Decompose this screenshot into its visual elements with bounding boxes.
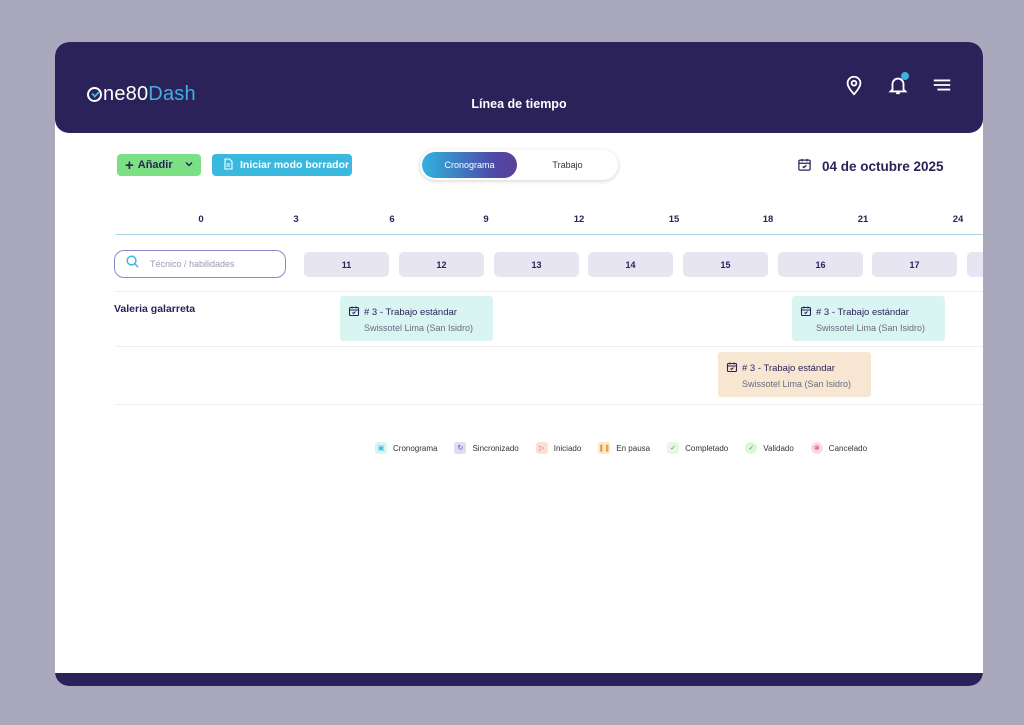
notification-dot — [901, 72, 909, 80]
check-circle-icon: ✓ — [745, 442, 758, 454]
task-title: # 3 - Trabajo estándar — [364, 307, 457, 318]
task-calendar-icon — [800, 305, 812, 320]
view-toggle: Cronograma Trabajo — [420, 150, 618, 180]
location-pin-icon[interactable] — [843, 74, 865, 96]
day-chip[interactable]: 11 — [304, 252, 389, 277]
legend-item: ✓ Completado — [667, 442, 728, 454]
calendar-icon: ▣ — [375, 442, 387, 454]
app-window: ne80 Dash Línea de tiempo + Añadir Inicia… — [55, 42, 983, 686]
technician-search[interactable] — [114, 250, 286, 278]
date-selector[interactable]: 04 de octubre 2025 — [797, 157, 944, 175]
timeline-axis — [116, 234, 983, 235]
task-location: Swissotel Lima (San Isidro) — [816, 323, 926, 333]
pause-icon: ❚❚ — [598, 442, 611, 454]
task-card[interactable]: # 3 - Trabajo estándar Swissotel Lima (S… — [340, 296, 493, 341]
row-divider — [116, 291, 983, 292]
hour-label: 0 — [198, 214, 204, 225]
legend-label: Completado — [685, 443, 729, 453]
legend-label: Cronograma — [393, 443, 438, 453]
legend-item: ↻ Sincronizado — [454, 442, 519, 454]
search-icon — [125, 254, 140, 274]
status-legend: ▣ Cronograma ↻ Sincronizado ▷ Iniciado ❚… — [375, 442, 884, 454]
technician-name: Valeria galarreta — [114, 303, 196, 315]
cancel-circle-icon: ⊗ — [810, 442, 823, 454]
current-date: 04 de octubre 2025 — [822, 158, 944, 174]
add-button-label: Añadir — [137, 159, 173, 171]
day-chip[interactable]: 15 — [683, 252, 768, 277]
task-location: Swissotel Lima (San Isidro) — [364, 323, 474, 333]
top-bar: ne80 Dash Línea de tiempo — [55, 42, 983, 133]
sync-icon: ↻ — [454, 442, 467, 454]
day-chip[interactable]: 12 — [399, 252, 484, 277]
legend-item: ▣ Cronograma — [375, 442, 437, 454]
row-divider — [116, 404, 983, 405]
page-title: Línea de tiempo — [471, 97, 567, 111]
hour-label: 12 — [573, 214, 585, 225]
draft-document-icon — [222, 157, 234, 173]
task-title: # 3 - Trabajo estándar — [742, 363, 835, 374]
legend-item: ❚❚ En pausa — [598, 442, 650, 454]
hamburger-menu-icon[interactable] — [931, 74, 953, 96]
chevron-down-icon[interactable] — [183, 158, 195, 173]
toggle-trabajo[interactable]: Trabajo — [520, 152, 615, 178]
task-calendar-icon — [348, 305, 360, 320]
legend-label: En pausa — [616, 443, 651, 453]
plus-icon: + — [125, 156, 134, 174]
legend-label: Sincronizado — [472, 443, 519, 453]
legend-item: ▷ Iniciado — [535, 442, 582, 454]
bell-icon[interactable] — [887, 72, 909, 96]
hour-label: 9 — [483, 214, 489, 225]
header-actions — [843, 72, 953, 96]
legend-label: Validado — [763, 443, 794, 453]
task-card[interactable]: # 3 - Trabajo estándar Swissotel Lima (S… — [792, 296, 945, 341]
task-card[interactable]: # 3 - Trabajo estándar Swissotel Lima (S… — [718, 352, 871, 397]
hour-label: 6 — [389, 214, 395, 225]
day-chip[interactable]: 13 — [494, 252, 579, 277]
legend-item: ✓ Validado — [745, 442, 794, 454]
add-button[interactable]: + Añadir — [117, 154, 201, 176]
day-chip[interactable]: 14 — [588, 252, 673, 277]
legend-label: Cancelado — [828, 443, 868, 453]
row-divider — [116, 346, 983, 347]
hour-label: 18 — [762, 214, 774, 225]
task-location: Swissotel Lima (San Isidro) — [742, 379, 852, 389]
legend-label: Iniciado — [553, 443, 582, 453]
bottom-bar — [55, 673, 983, 686]
task-title: # 3 - Trabajo estándar — [816, 307, 909, 318]
draft-button-label: Iniciar modo borrador — [240, 159, 350, 171]
hour-label: 24 — [952, 214, 964, 225]
day-chip[interactable]: 17 — [872, 252, 957, 277]
calendar-icon — [797, 157, 812, 175]
day-chip-partial[interactable] — [967, 252, 983, 277]
day-chip[interactable]: 16 — [778, 252, 863, 277]
hour-label: 3 — [293, 214, 299, 225]
hour-label: 15 — [668, 214, 680, 225]
legend-item: ⊗ Cancelado — [810, 442, 868, 454]
task-calendar-icon — [726, 361, 738, 376]
play-icon: ▷ — [535, 442, 548, 454]
check-icon: ✓ — [667, 442, 680, 454]
hour-label: 21 — [857, 214, 869, 225]
toggle-cronograma[interactable]: Cronograma — [422, 152, 517, 178]
start-draft-mode-button[interactable]: Iniciar modo borrador — [212, 154, 352, 176]
search-input[interactable] — [148, 258, 272, 270]
